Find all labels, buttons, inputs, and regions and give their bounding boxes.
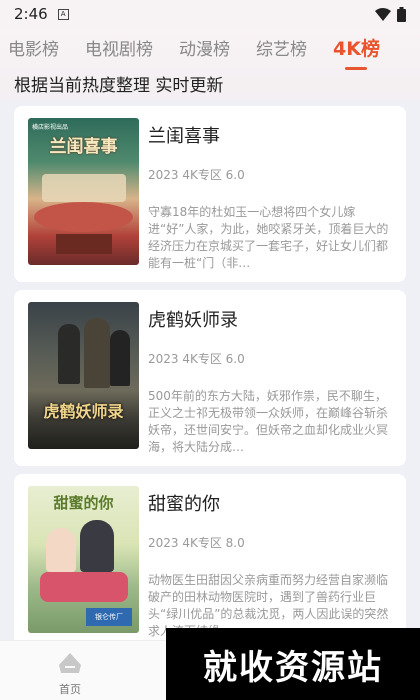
poster-badge: 银仑传厂 [86,608,132,626]
card-title[interactable]: 甜蜜的你 [148,490,220,516]
card-meta: 2023 4K专区 6.0 [148,352,245,366]
nav-home[interactable]: 首页 [52,651,88,697]
poster-image[interactable]: 虎鹤妖师录 [28,302,139,449]
media-card[interactable]: 虎鹤妖师录 虎鹤妖师录 2023 4K专区 6.0 500年前的东方大陆，妖邪作… [14,290,406,466]
card-description: 500年前的东方大陆，妖邪作祟，民不聊生，正义之士祁无极带领一众妖师，在巅峰谷斩… [148,389,389,454]
card-title[interactable]: 虎鹤妖师录 [148,306,238,332]
status-bar: 2:46 A [0,0,420,28]
wifi-icon [375,7,391,21]
tab-anime[interactable]: 动漫榜 [179,35,230,60]
nav-home-label: 首页 [59,683,81,696]
poster-badge: 横店影视出品 [32,124,69,131]
status-time: 2:46 [14,5,48,23]
poster-title: 甜蜜的你 [53,494,114,512]
poster-image[interactable]: 甜蜜的你 银仑传厂 [28,486,139,633]
status-icons [375,6,406,22]
tab-tv-series[interactable]: 电视剧榜 [85,35,153,60]
card-title[interactable]: 兰闺喜事 [148,122,220,148]
poster-title: 兰闺喜事 [49,137,118,157]
ranking-tabs: 电影榜 电视剧榜 动漫榜 综艺榜 4K榜 [0,28,420,70]
tab-4k[interactable]: 4K榜 [333,34,380,70]
card-meta: 2023 4K专区 6.0 [148,168,245,182]
poster-title: 虎鹤妖师录 [43,402,124,421]
tab-variety[interactable]: 综艺榜 [256,35,307,60]
home-icon [59,653,81,673]
notification-icon: A [57,8,69,20]
watermark: 就收资源站 [166,628,420,700]
media-card[interactable]: 甜蜜的你 银仑传厂 甜蜜的你 2023 4K专区 8.0 动物医生田甜因父亲病重… [14,474,406,650]
media-card[interactable]: 横店影视出品 兰闺喜事 兰闺喜事 2023 4K专区 6.0 守寡18年的杜如玉… [14,106,406,282]
card-meta: 2023 4K专区 8.0 [148,536,245,550]
battery-icon [397,6,406,22]
tab-movies[interactable]: 电影榜 [8,35,59,60]
poster-image[interactable]: 横店影视出品 兰闺喜事 [28,118,139,265]
header: 电影榜 电视剧榜 动漫榜 综艺榜 4K榜 根据当前热度整理 实时更新 [0,28,420,100]
card-description: 守寡18年的杜如玉一心想将四个女儿嫁进“好”人家，为此，她咬紧牙关，顶着巨大的经… [148,205,389,270]
page-subtitle: 根据当前热度整理 实时更新 [14,76,224,96]
